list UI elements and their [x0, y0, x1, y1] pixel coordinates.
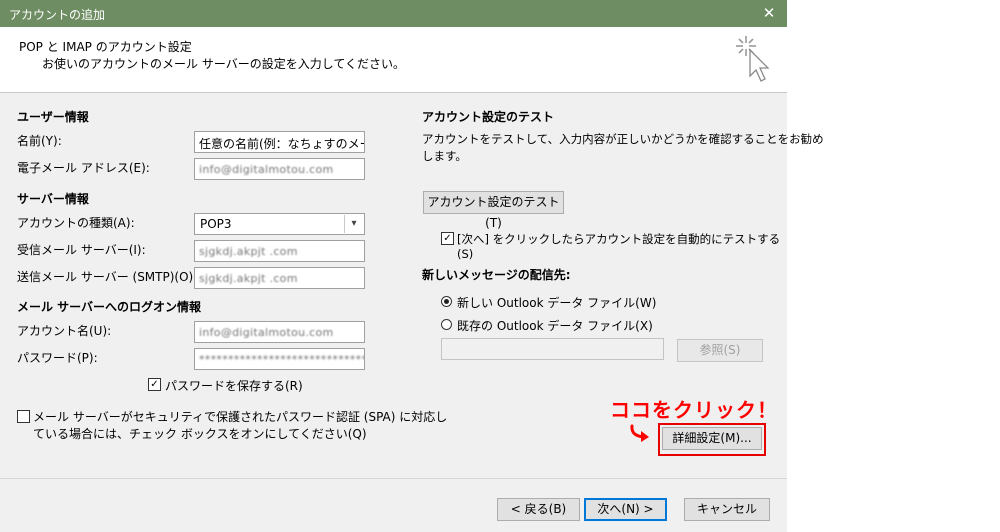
- new-data-file-radio[interactable]: [441, 296, 452, 307]
- account-name-label: アカウント名(U):: [17, 324, 112, 338]
- outgoing-server-label: 送信メール サーバー (SMTP)(O):: [17, 270, 198, 284]
- next-button[interactable]: 次へ(N) >: [584, 498, 667, 521]
- name-field[interactable]: 任意の名前(例：なちょすのメール): [194, 131, 365, 153]
- password-field[interactable]: ********************************: [194, 348, 365, 370]
- add-account-dialog: アカウントの追加 ✕ POP と IMAP のアカウント設定 お使いのアカウント…: [0, 0, 824, 532]
- spa-checkbox[interactable]: [17, 410, 30, 423]
- logon-info-heading: メール サーバーへのログオン情報: [17, 300, 202, 314]
- dialog-header: POP と IMAP のアカウント設定 お使いのアカウントのメール サーバーの設…: [0, 27, 787, 93]
- incoming-server-field[interactable]: sjgkdj.akpjt .com: [194, 240, 365, 262]
- cancel-button[interactable]: キャンセル: [684, 498, 770, 521]
- existing-data-file-radio[interactable]: [441, 319, 452, 330]
- new-data-file-label: 新しい Outlook データ ファイル(W): [457, 296, 657, 310]
- email-label: 電子メール アドレス(E):: [17, 161, 150, 175]
- outgoing-server-field[interactable]: sjgkdj.akpjt .com: [194, 267, 365, 289]
- password-value: ********************************: [199, 353, 364, 366]
- account-type-label: アカウントの種類(A):: [17, 216, 135, 230]
- back-button[interactable]: < 戻る(B): [497, 498, 580, 521]
- email-value: info@digitalmotou.com: [199, 163, 334, 176]
- test-desc-line2: します。: [422, 149, 467, 163]
- header-title: POP と IMAP のアカウント設定: [19, 40, 192, 54]
- browse-button[interactable]: 参照(S): [677, 339, 763, 362]
- auto-test-label-line2: (S): [457, 247, 474, 261]
- existing-file-path-field[interactable]: [441, 338, 664, 360]
- auto-test-checkbox[interactable]: ✓: [441, 232, 454, 245]
- test-account-button[interactable]: アカウント設定のテスト(T): [423, 191, 564, 230]
- header-subtitle: お使いのアカウントのメール サーバーの設定を入力してください。: [42, 57, 405, 71]
- window-title: アカウントの追加: [9, 8, 106, 22]
- account-name-value: info@digitalmotou.com: [199, 326, 334, 339]
- incoming-server-label: 受信メール サーバー(I):: [17, 243, 146, 257]
- email-field[interactable]: info@digitalmotou.com: [194, 158, 365, 180]
- test-desc-line1: アカウントをテストして、入力内容が正しいかどうかを確認することをお勧め: [422, 132, 824, 146]
- password-label: パスワード(P):: [17, 351, 98, 365]
- save-password-label: パスワードを保存する(R): [165, 379, 303, 393]
- spa-label-line1: メール サーバーがセキュリティで保護されたパスワード認証 (SPA) に対応し: [33, 410, 448, 424]
- existing-data-file-label: 既存の Outlook データ ファイル(X): [457, 319, 653, 333]
- footer-separator: [0, 478, 787, 479]
- outgoing-server-value: sjgkdj.akpjt .com: [199, 272, 298, 285]
- chevron-down-icon[interactable]: ▾: [344, 215, 363, 233]
- user-info-heading: ユーザー情報: [17, 110, 89, 124]
- curved-arrow-icon: [630, 424, 649, 442]
- server-info-heading: サーバー情報: [17, 192, 89, 206]
- save-password-checkbox[interactable]: ✓: [148, 378, 161, 391]
- close-icon[interactable]: ✕: [751, 0, 787, 27]
- title-bar: アカウントの追加 ✕: [0, 0, 787, 27]
- account-type-value: POP3: [200, 217, 232, 231]
- name-label: 名前(Y):: [17, 134, 62, 148]
- account-name-field[interactable]: info@digitalmotou.com: [194, 321, 365, 343]
- spa-label-line2: ている場合には、チェック ボックスをオンにしてください(Q): [33, 427, 367, 441]
- wizard-cursor-icon: [736, 36, 770, 82]
- auto-test-label-line1: [次へ] をクリックしたらアカウント設定を自動的にテストする: [457, 232, 781, 246]
- click-here-annotation: ココをクリック！: [610, 398, 778, 422]
- delivery-heading: 新しいメッセージの配信先:: [422, 268, 571, 282]
- advanced-settings-button[interactable]: 詳細設定(M)...: [662, 427, 762, 450]
- test-heading: アカウント設定のテスト: [422, 110, 555, 124]
- account-type-select[interactable]: POP3 ▾: [194, 213, 365, 235]
- incoming-server-value: sjgkdj.akpjt .com: [199, 245, 298, 258]
